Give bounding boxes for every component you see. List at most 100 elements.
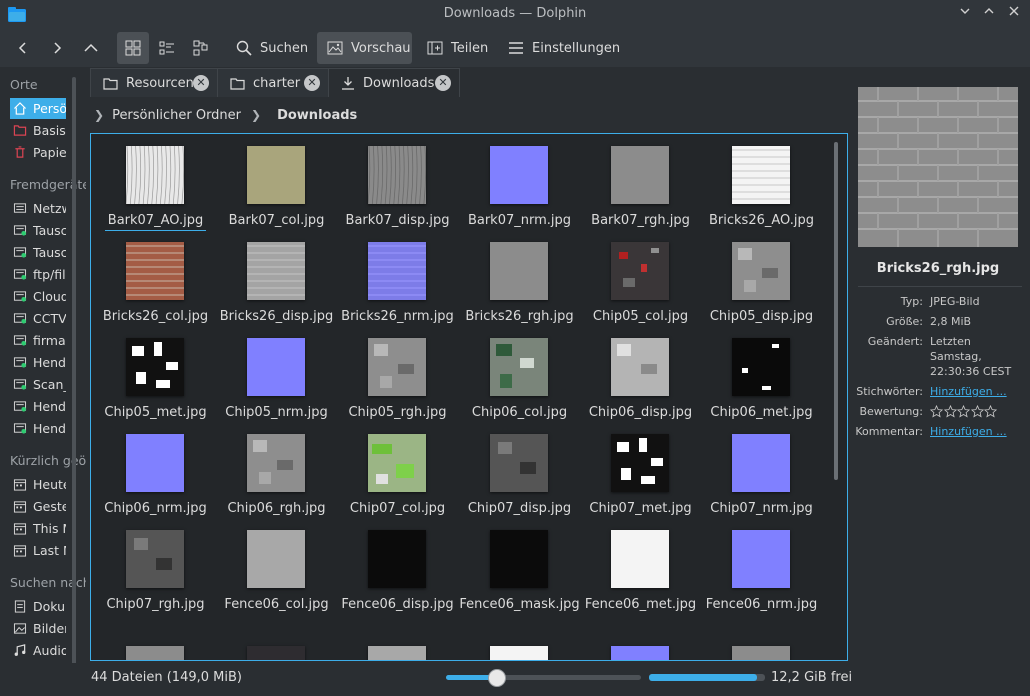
file-item[interactable]: Bark07_disp.jpg — [337, 134, 458, 230]
zoom-slider[interactable] — [446, 675, 641, 680]
file-item[interactable]: Fence06_mask.jpg — [459, 518, 580, 614]
file-item[interactable]: Chip06_nrm.jpg — [95, 422, 216, 518]
file-item[interactable]: Fence06_disp.jpg — [337, 518, 458, 614]
sidebar-item[interactable]: CCTV — [10, 308, 66, 329]
sidebar-item[interactable]: Dokumente — [10, 596, 66, 617]
file-item[interactable]: Chip07_met.jpg — [580, 422, 701, 518]
sidebar-scrollbar[interactable] — [72, 77, 76, 665]
add-tags-link[interactable]: Hinzufügen ... — [930, 384, 1007, 399]
sidebar-item[interactable]: This Month — [10, 518, 66, 539]
file-item[interactable]: Bark07_AO.jpg — [95, 134, 216, 231]
file-item[interactable]: Chip05_disp.jpg — [701, 230, 822, 326]
breadcrumb-current[interactable]: Downloads — [277, 108, 357, 123]
file-item[interactable]: Chip07_rgh.jpg — [95, 518, 216, 614]
tab-resourcen[interactable]: Resourcen ✕ — [90, 68, 218, 97]
modified-value: Letzten Samstag, 22:30:36 CEST — [930, 334, 1011, 379]
breadcrumb-parent[interactable]: Persönlicher Ordner — [112, 108, 241, 123]
file-item[interactable]: Bricks26_nrm.jpg — [337, 230, 458, 326]
close-tab-button[interactable]: ✕ — [193, 75, 209, 91]
file-thumbnail — [368, 646, 426, 660]
tab-charter[interactable]: charter ✕ — [217, 68, 329, 97]
sidebar-item[interactable]: Audio — [10, 640, 66, 661]
file-item[interactable]: Bricks26_col.jpg — [95, 230, 216, 326]
sidebar-item[interactable]: Hendrik — [10, 396, 66, 417]
sidebar-item[interactable]: Cloud — [10, 286, 66, 307]
tab-downloads[interactable]: Downloads ✕ — [328, 68, 460, 97]
sidebar-item[interactable]: Bilder — [10, 618, 66, 639]
file-view[interactable]: Bark07_AO.jpg Bark07_col.jpg Bark07_disp.j… — [90, 133, 848, 661]
close-window-button[interactable] — [1005, 5, 1023, 23]
sidebar-item[interactable]: Basisordner — [10, 120, 66, 141]
file-item[interactable] — [216, 634, 337, 660]
sidebar-item[interactable]: Tauschordner — [10, 242, 66, 263]
sidebar-item-label: Hendrik — [33, 355, 66, 370]
sidebar-section-heading[interactable]: Orte — [10, 77, 38, 92]
file-item[interactable] — [95, 634, 216, 660]
file-item[interactable]: Bricks26_disp.jpg — [216, 230, 337, 326]
file-item[interactable]: Bark07_rgh.jpg — [580, 134, 701, 230]
file-item[interactable]: Chip05_col.jpg — [580, 230, 701, 326]
file-item[interactable] — [701, 634, 822, 660]
sidebar-item[interactable]: Last Month — [10, 540, 66, 561]
file-item[interactable]: Bark07_col.jpg — [216, 134, 337, 230]
file-item[interactable] — [580, 634, 701, 660]
star-icon[interactable] — [957, 405, 970, 418]
sidebar-item[interactable]: Netzwerk — [10, 198, 66, 219]
preview-button[interactable]: Vorschau — [317, 32, 412, 64]
comment-key: Kommentar: — [855, 425, 923, 438]
compact-view-button[interactable] — [152, 32, 182, 64]
icons-view-button[interactable] — [117, 32, 149, 64]
settings-button[interactable]: Einstellungen — [500, 32, 622, 64]
sidebar-item[interactable]: Hendrik — [10, 352, 66, 373]
file-item[interactable]: Chip07_disp.jpg — [459, 422, 580, 518]
file-item[interactable]: Fence06_met.jpg — [580, 518, 701, 614]
close-tab-button[interactable]: ✕ — [435, 75, 451, 91]
sidebar-item[interactable]: Heute — [10, 474, 66, 495]
up-button[interactable] — [78, 32, 104, 64]
file-item[interactable]: Bark07_nrm.jpg — [459, 134, 580, 230]
sidebar-item[interactable]: Hendrik — [10, 418, 66, 439]
file-item[interactable]: Fence06_col.jpg — [216, 518, 337, 614]
file-item[interactable]: Bricks26_AO.jpg — [701, 134, 822, 230]
maximize-button[interactable] — [980, 5, 998, 23]
file-item[interactable]: Chip07_nrm.jpg — [701, 422, 822, 518]
star-icon[interactable] — [970, 405, 984, 418]
file-item[interactable] — [459, 634, 580, 660]
sidebar-item[interactable]: Papierkorb — [10, 142, 66, 163]
file-item[interactable]: Chip06_disp.jpg — [580, 326, 701, 422]
file-item[interactable]: Chip06_col.jpg — [459, 326, 580, 422]
back-button[interactable] — [10, 32, 36, 64]
details-view-button[interactable] — [186, 32, 216, 64]
star-icon[interactable] — [943, 405, 957, 418]
file-item[interactable]: Chip05_met.jpg — [95, 326, 216, 422]
file-name-text: Bricks26_nrm.jpg — [341, 309, 454, 324]
star-icon[interactable] — [930, 405, 943, 418]
file-item[interactable] — [337, 634, 458, 660]
file-name: Fence06_nrm.jpg — [701, 596, 822, 614]
sidebar-item[interactable]: Gestern — [10, 496, 66, 517]
file-item[interactable]: Chip06_rgh.jpg — [216, 422, 337, 518]
file-item[interactable]: Chip05_rgh.jpg — [337, 326, 458, 422]
rating-stars[interactable] — [930, 405, 998, 418]
forward-button[interactable] — [44, 32, 70, 64]
close-tab-button[interactable]: ✕ — [304, 75, 320, 91]
share-button[interactable]: Teilen — [419, 32, 497, 64]
file-view-scrollbar[interactable] — [834, 142, 838, 480]
file-item[interactable]: Chip06_met.jpg — [701, 326, 822, 422]
sidebar-item[interactable]: firma — [10, 330, 66, 351]
star-icon[interactable] — [984, 405, 997, 418]
file-item[interactable]: Bricks26_rgh.jpg — [459, 230, 580, 326]
minimize-button[interactable] — [956, 5, 974, 23]
file-item[interactable]: Chip07_col.jpg — [337, 422, 458, 518]
file-item[interactable]: Fence06_nrm.jpg — [701, 518, 822, 614]
search-button[interactable]: Suchen — [228, 32, 310, 64]
file-item[interactable]: Chip05_nrm.jpg — [216, 326, 337, 422]
zoom-slider-handle[interactable] — [487, 669, 506, 687]
title-bar: Downloads — Dolphin — [0, 0, 1030, 29]
sidebar-item[interactable]: ftp/files — [10, 264, 66, 285]
sidebar-item[interactable]: Scan_ — [10, 374, 66, 395]
file-thumbnail — [611, 242, 669, 300]
sidebar-item[interactable]: Persönlicher Ordner — [10, 98, 66, 119]
add-comment-link[interactable]: Hinzufügen ... — [930, 424, 1007, 439]
sidebar-item[interactable]: Tauschordner — [10, 220, 66, 241]
